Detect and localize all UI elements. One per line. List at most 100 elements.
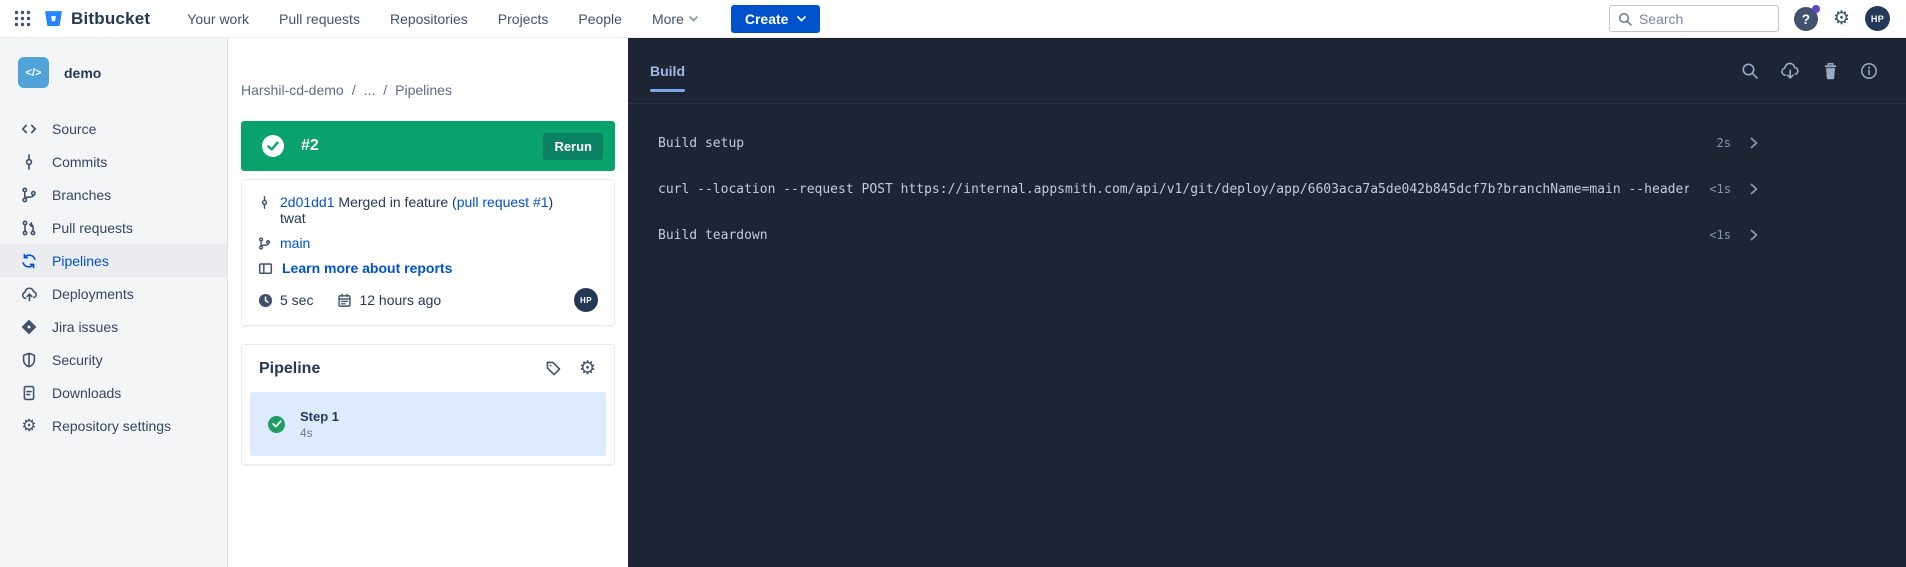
jira-icon: [20, 319, 38, 335]
step-success-check-icon: [268, 416, 285, 433]
branch-link[interactable]: main: [280, 235, 310, 251]
repo-header[interactable]: </> demo: [0, 57, 227, 88]
reports-icon: [258, 261, 273, 276]
pipeline-card-title: Pipeline: [259, 360, 320, 378]
shield-icon: [20, 352, 38, 368]
log-duration: 2s: [1717, 136, 1731, 150]
commit-info-card: 2d01dd1 Merged in feature (pull request …: [241, 179, 615, 326]
sidebar-item-pipelines[interactable]: Pipelines: [0, 244, 227, 277]
sidebar-item-source[interactable]: Source: [0, 112, 227, 145]
nav-more[interactable]: More: [637, 0, 713, 38]
nav-projects[interactable]: Projects: [483, 0, 564, 38]
branch-icon: [20, 187, 38, 203]
bitbucket-logo[interactable]: Bitbucket: [43, 8, 150, 29]
chevron-down-icon: [689, 16, 698, 22]
breadcrumb: Harshil-cd-demo / ... / Pipelines: [241, 82, 615, 98]
pipeline-step-row[interactable]: Step 1 4s: [250, 392, 606, 456]
time-ago-item: 12 hours ago: [337, 292, 441, 308]
rerun-button[interactable]: Rerun: [543, 133, 603, 160]
sidebar-item-branches[interactable]: Branches: [0, 178, 227, 211]
log-row-build-setup[interactable]: Build setup 2s: [628, 120, 1906, 166]
commit-icon: [258, 195, 271, 210]
step-name: Step 1: [300, 409, 339, 424]
tag-icon[interactable]: [545, 360, 562, 377]
log-row-curl[interactable]: curl --location --request POST https://i…: [628, 166, 1906, 212]
sidebar-item-pull-requests[interactable]: Pull requests: [0, 211, 227, 244]
log-header: Build: [628, 38, 1906, 104]
download-log-icon[interactable]: [1780, 62, 1801, 80]
sidebar-item-repository-settings[interactable]: ⚙ Repository settings: [0, 409, 227, 442]
sidebar-item-downloads[interactable]: Downloads: [0, 376, 227, 409]
commit-message-line2: twat: [280, 210, 306, 226]
run-meta-row: 5 sec 12 hours ago HP: [258, 288, 598, 312]
build-log-pane: Build: [628, 38, 1906, 567]
search-input[interactable]: [1639, 11, 1749, 27]
pipeline-summary-pane: Harshil-cd-demo / ... / Pipelines #2 Rer…: [228, 38, 628, 567]
pull-request-link[interactable]: pull request #1: [457, 194, 549, 210]
help-icon[interactable]: ?: [1794, 7, 1818, 31]
run-duration: 5 sec: [280, 292, 313, 308]
breadcrumb-pipelines[interactable]: Pipelines: [395, 82, 452, 98]
pipeline-run-number: #2: [301, 137, 319, 155]
sidebar-item-deployments[interactable]: Deployments: [0, 277, 227, 310]
pipeline-run-banner: #2 Rerun: [241, 121, 615, 171]
info-icon[interactable]: [1860, 62, 1878, 80]
trash-icon[interactable]: [1822, 62, 1839, 80]
tab-build[interactable]: Build: [650, 38, 685, 104]
create-button[interactable]: Create: [731, 5, 821, 33]
search-box[interactable]: [1609, 5, 1779, 32]
breadcrumb-ellipsis[interactable]: ...: [364, 82, 376, 98]
gear-icon: ⚙: [20, 417, 38, 434]
run-author-avatar[interactable]: HP: [574, 288, 598, 312]
commits-icon: [20, 154, 38, 170]
run-time-ago: 12 hours ago: [359, 292, 441, 308]
pull-request-icon: [20, 220, 38, 236]
log-search-icon[interactable]: [1741, 62, 1759, 80]
app-switcher-icon[interactable]: [10, 6, 35, 31]
sidebar-item-jira-issues[interactable]: Jira issues: [0, 310, 227, 343]
nav-your-work[interactable]: Your work: [172, 0, 264, 38]
commit-message-row: 2d01dd1 Merged in feature (pull request …: [258, 194, 598, 226]
nav-pull-requests[interactable]: Pull requests: [264, 0, 375, 38]
log-duration: <1s: [1709, 182, 1731, 196]
success-check-icon: [262, 135, 284, 157]
user-avatar[interactable]: HP: [1865, 6, 1890, 31]
top-nav: Bitbucket Your work Pull requests Reposi…: [0, 0, 1906, 38]
chevron-down-icon: [797, 16, 806, 22]
repo-name: demo: [64, 65, 101, 81]
sidebar-item-security[interactable]: Security: [0, 343, 227, 376]
primary-nav: Your work Pull requests Repositories Pro…: [172, 0, 713, 38]
repo-avatar: </>: [18, 57, 49, 88]
search-icon: [1618, 12, 1632, 26]
log-row-build-teardown[interactable]: Build teardown <1s: [628, 212, 1906, 258]
branch-icon: [258, 236, 271, 251]
deployments-cloud-icon: [20, 286, 38, 302]
notification-dot: [1812, 5, 1820, 13]
code-icon: [20, 121, 38, 137]
topnav-right: ? ⚙ HP: [1609, 5, 1890, 32]
log-rows: Build setup 2s curl --location --request…: [628, 104, 1906, 258]
nav-people[interactable]: People: [563, 0, 637, 38]
chevron-right-icon: [1750, 229, 1758, 241]
pipeline-settings-gear-icon[interactable]: ⚙: [579, 359, 596, 378]
nav-repositories[interactable]: Repositories: [375, 0, 483, 38]
brand-name: Bitbucket: [71, 9, 150, 29]
settings-gear-icon[interactable]: ⚙: [1833, 9, 1850, 28]
reports-row: Learn more about reports: [258, 260, 598, 276]
learn-more-reports-link[interactable]: Learn more about reports: [282, 260, 452, 276]
commit-hash-link[interactable]: 2d01dd1: [280, 194, 335, 210]
chevron-right-icon: [1750, 137, 1758, 149]
pipeline-steps-card: Pipeline ⚙ Step 1 4s: [241, 344, 615, 465]
log-duration: <1s: [1709, 228, 1731, 242]
repo-sidebar: </> demo Source Commits: [0, 38, 228, 567]
breadcrumb-repo[interactable]: Harshil-cd-demo: [241, 82, 344, 98]
pipeline-card-header: Pipeline ⚙: [250, 359, 606, 378]
clock-icon: [258, 293, 273, 308]
chevron-right-icon: [1750, 183, 1758, 195]
bitbucket-mark-icon: [43, 8, 64, 29]
sidebar-item-commits[interactable]: Commits: [0, 145, 227, 178]
pipelines-icon: [20, 253, 38, 269]
duration-item: 5 sec: [258, 292, 313, 308]
branch-row: main: [258, 235, 598, 251]
step-duration: 4s: [300, 426, 339, 440]
